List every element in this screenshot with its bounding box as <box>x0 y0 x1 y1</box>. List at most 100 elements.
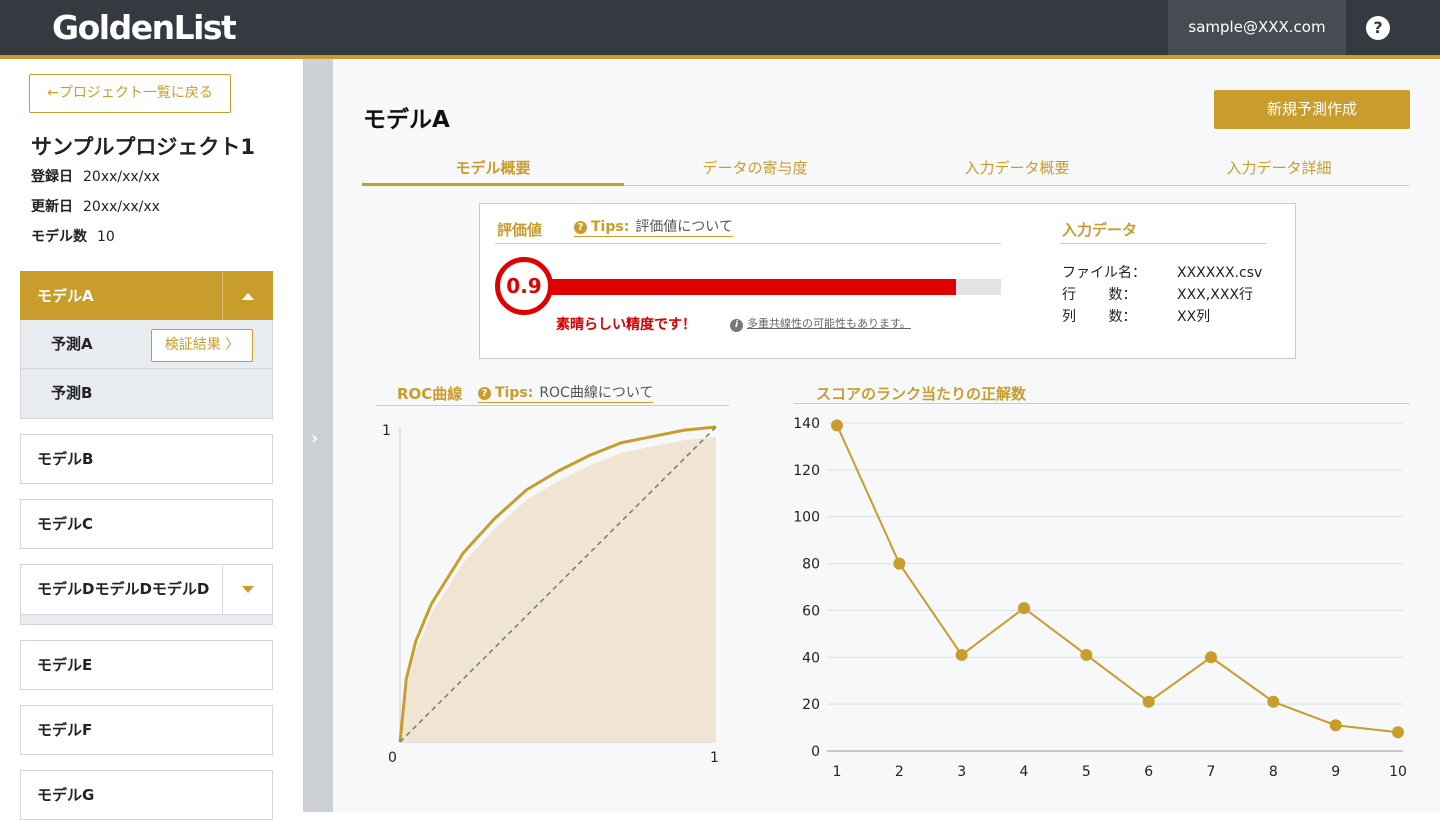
tab-bar: モデル概要 データの寄与度 入力データ概要 入力データ詳細 <box>362 152 1409 186</box>
rank-data-point <box>1142 695 1155 708</box>
app-logo[interactable]: GoldenList <box>52 8 237 48</box>
rank-y-tick-label: 40 <box>802 650 820 666</box>
rank-y-tick-label: 60 <box>802 603 820 619</box>
caret-down-icon <box>242 586 254 593</box>
meta-registered: 登録日 20xx/xx/xx <box>31 166 160 186</box>
page-title: モデルA <box>363 107 450 133</box>
help-icon[interactable]: ? <box>1366 16 1390 40</box>
rank-x-tick-label: 10 <box>1389 764 1407 780</box>
meta-model-count: モデル数 10 <box>31 226 115 246</box>
sidebar-item-model-a[interactable]: モデルA <box>20 271 273 321</box>
roc-y-tick-label: 1 <box>382 423 391 439</box>
rank-y-tick-label: 120 <box>793 463 820 479</box>
evaluation-tips-link[interactable]: ? Tips: 評価値について <box>574 216 733 237</box>
meta-value: 10 <box>97 229 115 245</box>
rank-x-tick-label: 5 <box>1082 764 1091 780</box>
rank-data-point <box>1080 648 1093 661</box>
meta-value: 20xx/xx/xx <box>83 199 160 215</box>
sidebar-item-model-e[interactable]: モデルE <box>20 640 273 690</box>
tips-label: Tips: <box>591 219 630 235</box>
rank-y-tick-label: 80 <box>802 557 820 573</box>
tab-input-data-overview[interactable]: 入力データ概要 <box>886 152 1148 186</box>
rank-y-tick-label: 0 <box>811 744 820 760</box>
model-label: モデルG <box>37 786 95 804</box>
rank-data-point <box>1205 651 1217 664</box>
rank-series-line <box>836 424 1399 734</box>
tab-model-overview[interactable]: モデル概要 <box>362 152 624 186</box>
tab-data-contribution[interactable]: データの寄与度 <box>624 152 886 186</box>
tips-text: 評価値について <box>635 219 733 235</box>
input-value: XXXXXX.csv <box>1177 265 1263 281</box>
prediction-list: 予測A 検証結果 〉 予測B <box>20 320 273 419</box>
rank-y-tick-label: 20 <box>802 697 820 713</box>
rank-x-tick-label: 3 <box>957 764 966 780</box>
roc-title: ROC曲線 <box>397 385 463 403</box>
meta-label: 更新日 <box>31 199 73 215</box>
roc-x-tick-label: 0 <box>388 750 397 766</box>
rank-data-point <box>1392 726 1404 739</box>
caret-up-icon <box>242 293 254 300</box>
input-key: 列 数： <box>1062 309 1137 325</box>
score-bar <box>551 279 1001 295</box>
input-value: XXX,XXX行 <box>1177 287 1253 303</box>
prediction-item-a[interactable]: 予測A 検証結果 〉 <box>21 320 272 369</box>
project-title: サンプルプロジェクト1 <box>31 135 255 159</box>
rank-x-tick-label: 4 <box>1020 764 1029 780</box>
input-value: XX列 <box>1177 309 1211 325</box>
user-account-menu[interactable]: sample@XXX.com <box>1168 0 1346 55</box>
rank-data-point <box>893 557 906 570</box>
note-text: 多重共線性の可能性もあります。 <box>747 317 911 330</box>
verify-result-button[interactable]: 検証結果 〉 <box>151 329 253 362</box>
rank-data-point <box>1267 695 1280 708</box>
info-icon: i <box>730 319 743 332</box>
rank-x-tick-label: 1 <box>833 764 842 780</box>
rank-y-tick-label: 100 <box>793 510 820 526</box>
back-to-projects-button[interactable]: ←プロジェクト一覧に戻る <box>29 74 231 113</box>
tips-text: ROC曲線について <box>539 385 654 401</box>
top-bar: GoldenList sample@XXX.com ? <box>0 0 1440 55</box>
model-label: モデルDモデルDモデルD <box>37 580 210 598</box>
multicollinearity-note[interactable]: i 多重共線性の可能性もあります。 <box>730 315 911 332</box>
tips-label: Tips: <box>495 385 534 401</box>
expand-toggle[interactable] <box>222 565 272 613</box>
sidebar-item-model-f[interactable]: モデルF <box>20 705 273 755</box>
rank-x-tick-label: 6 <box>1144 764 1153 780</box>
rank-x-tick-label: 7 <box>1207 764 1216 780</box>
new-prediction-button[interactable]: 新規予測作成 <box>1214 90 1410 129</box>
model-label: モデルA <box>37 287 94 305</box>
model-label: モデルE <box>37 656 93 674</box>
input-row-rows: 行 数： XXX,XXX行 <box>1062 284 1253 304</box>
input-key: 行 数： <box>1062 287 1137 303</box>
score-message: 素晴らしい精度です！ <box>556 317 696 333</box>
evaluation-heading: 評価値 <box>497 221 543 239</box>
prediction-label: 予測B <box>51 384 93 402</box>
question-icon: ? <box>478 387 491 400</box>
roc-x-tick-label: 1 <box>710 750 719 766</box>
sidebar-item-model-b[interactable]: モデルB <box>20 434 273 484</box>
sidebar-item-model-g[interactable]: モデルG <box>20 770 273 820</box>
sidebar: ←プロジェクト一覧に戻る サンプルプロジェクト1 登録日 20xx/xx/xx 更… <box>0 59 303 820</box>
roc-area <box>400 437 716 742</box>
collapse-toggle[interactable] <box>222 272 272 320</box>
meta-label: 登録日 <box>31 169 73 185</box>
rank-chart: 0 20 40 60 80 100 120 140 1 2 3 4 5 6 7 8 9 10 <box>793 416 1407 780</box>
input-data-heading: 入力データ <box>1062 221 1138 239</box>
meta-label: モデル数 <box>31 229 87 245</box>
rank-x-tick-label: 2 <box>895 764 904 780</box>
chevron-right-icon[interactable]: › <box>311 428 318 449</box>
evaluation-divider <box>495 243 1001 244</box>
model-label: モデルF <box>37 721 93 739</box>
roc-chart: 0 1 1 <box>382 423 719 766</box>
meta-value: 20xx/xx/xx <box>83 169 160 185</box>
prediction-item-b[interactable]: 予測B <box>21 369 272 418</box>
rank-x-tick-label: 9 <box>1331 764 1340 780</box>
rank-chart-title: スコアのランク当たりの正解数 <box>816 385 1027 403</box>
input-row-columns: 列 数： XX列 <box>1062 306 1210 326</box>
tab-input-data-detail[interactable]: 入力データ詳細 <box>1148 152 1410 186</box>
roc-tips-link[interactable]: ? Tips: ROC曲線について <box>478 382 654 403</box>
prediction-label: 予測A <box>51 335 93 353</box>
sidebar-item-model-d[interactable]: モデルDモデルDモデルD <box>20 564 273 625</box>
rank-data-point <box>1329 719 1342 732</box>
roc-divider <box>376 405 729 406</box>
sidebar-item-model-c[interactable]: モデルC <box>20 499 273 549</box>
